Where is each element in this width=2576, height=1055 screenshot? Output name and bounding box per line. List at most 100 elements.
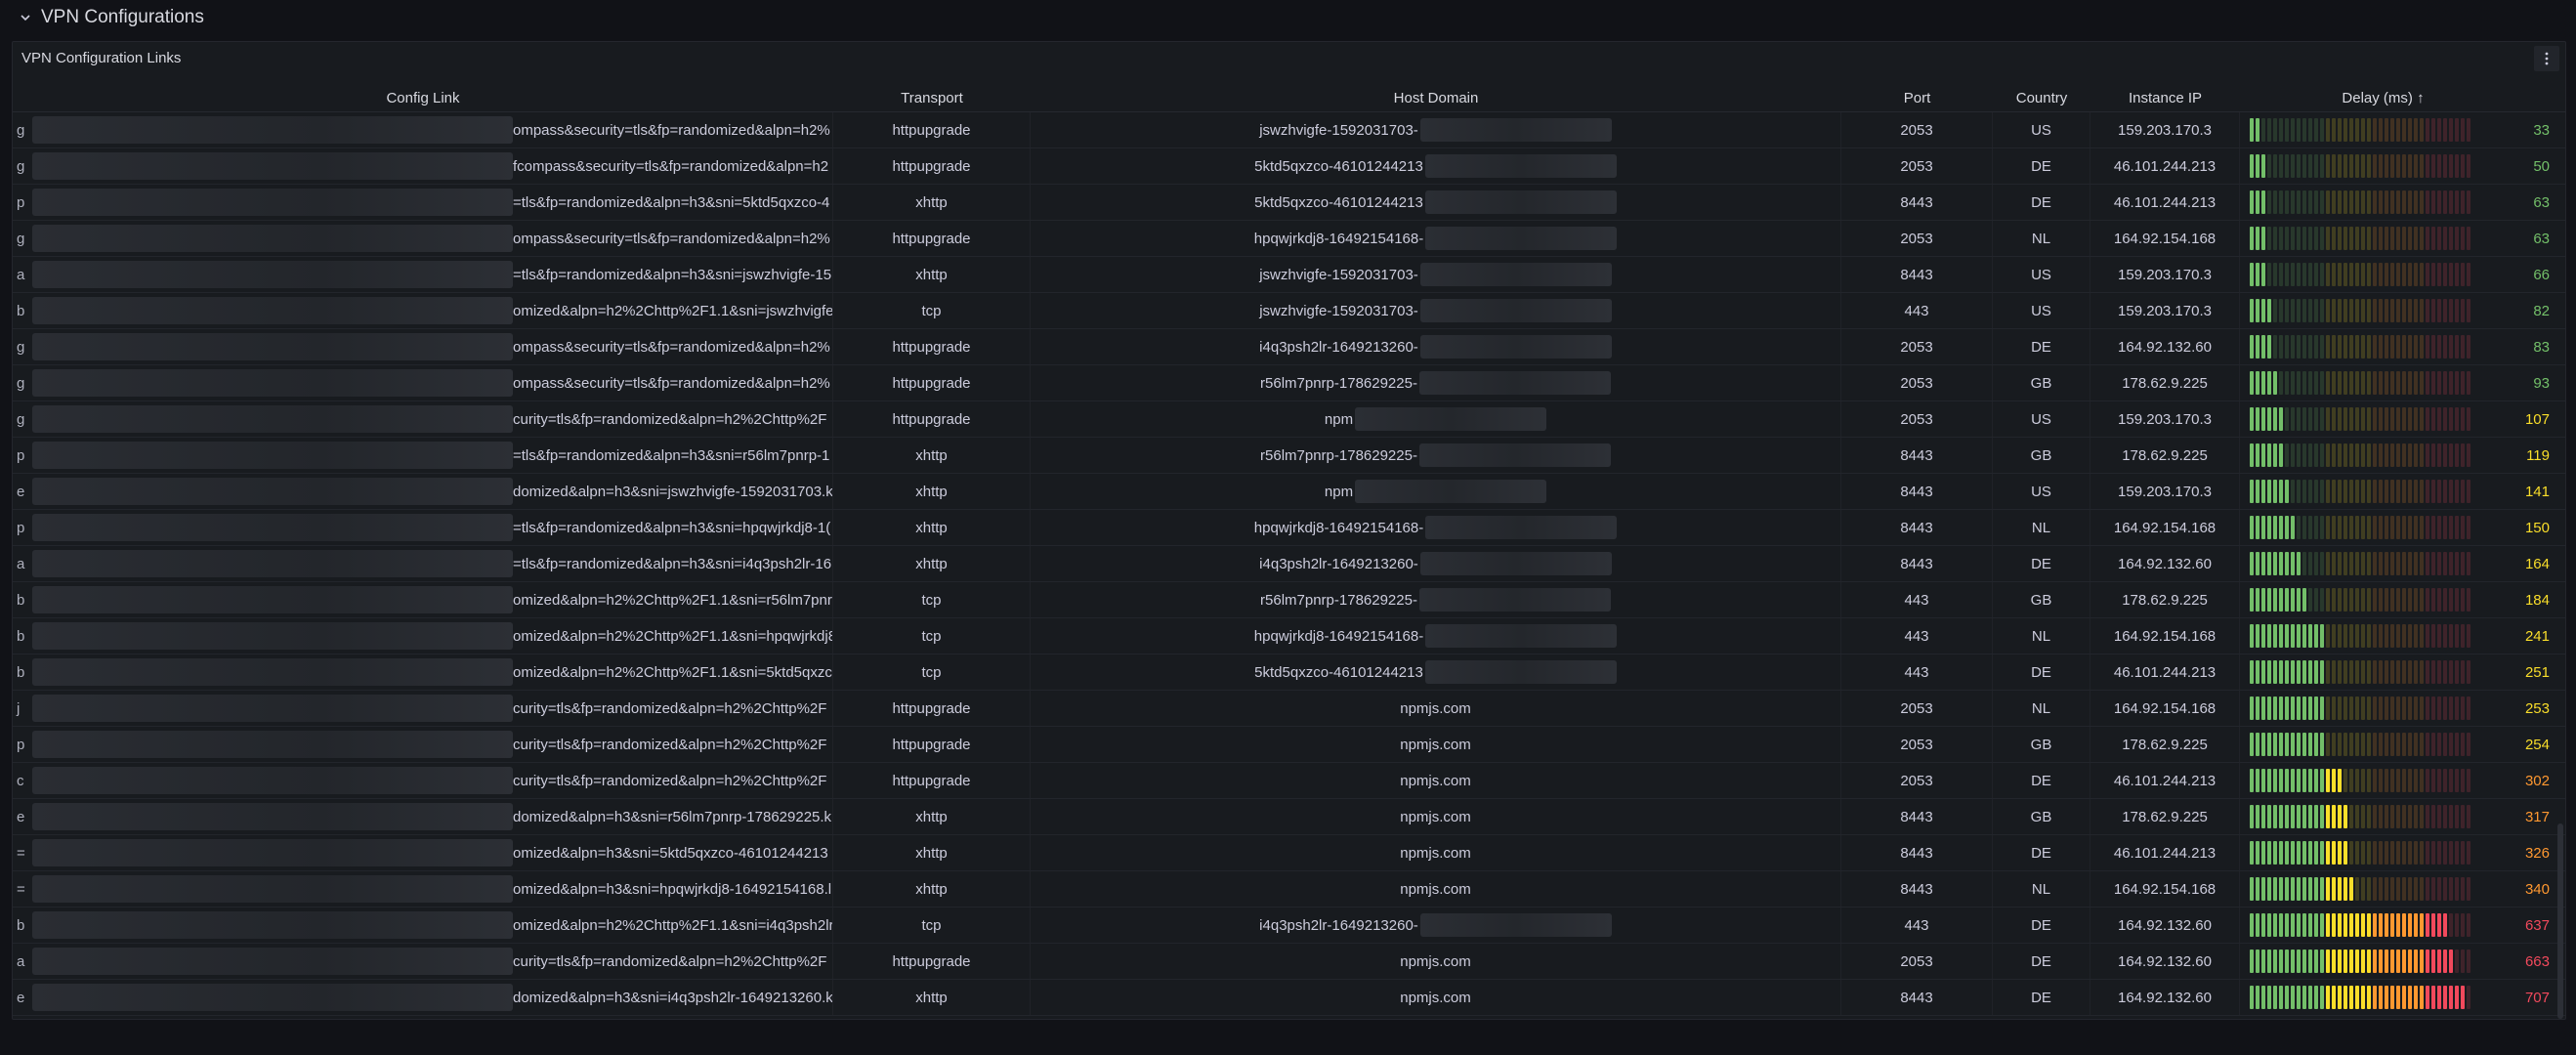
gauge-segment: [2443, 407, 2447, 431]
config-link-prefix: g: [17, 157, 25, 175]
table-row[interactable]: j curity=tls&fp=randomized&alpn=h2%2Chttp…: [13, 691, 2565, 727]
delay-value: 50: [2533, 157, 2550, 175]
config-link-cell[interactable]: a curity=tls&fp=randomized&alpn=h2%2Chttp…: [13, 944, 833, 979]
gauge-segment: [2279, 624, 2283, 648]
table-row[interactable]: b omized&alpn=h2%2Chttp%2F1.1&sni=i4q3psh…: [13, 907, 2565, 944]
table-row[interactable]: a curity=tls&fp=randomized&alpn=h2%2Chttp…: [13, 944, 2565, 980]
gauge-segment: [2461, 552, 2465, 575]
config-link-text: =tls&fp=randomized&alpn=h3&sni=jswzhvigf…: [513, 266, 832, 283]
config-link-cell[interactable]: g ompass&security=tls&fp=randomized&alpn=…: [13, 112, 833, 148]
dashboard-row-header[interactable]: VPN Configurations: [0, 0, 2576, 35]
config-link-cell[interactable]: p curity=tls&fp=randomized&alpn=h2%2Chttp…: [13, 727, 833, 762]
gauge-segment: [2449, 154, 2453, 178]
config-link-cell[interactable]: e domized&alpn=h3&sni=r56lm7pnrp-17862922…: [13, 799, 833, 834]
gauge-segment: [2367, 335, 2371, 359]
table-row[interactable]: a =tls&fp=randomized&alpn=h3&sni=i4q3psh2…: [13, 546, 2565, 582]
gauge-segment: [2338, 660, 2342, 684]
gauge-segment: [2285, 841, 2289, 865]
gauge-segment: [2414, 480, 2418, 503]
gauge-segment: [2379, 299, 2383, 322]
config-link-cell[interactable]: b omized&alpn=h2%2Chttp%2F1.1&sni=hpqwjrk…: [13, 618, 833, 654]
delay-gauge: [2250, 986, 2474, 1009]
gauge-segment: [2402, 841, 2406, 865]
config-link-cell[interactable]: j curity=tls&fp=randomized&alpn=h2%2Chttp…: [13, 691, 833, 726]
gauge-segment: [2291, 299, 2295, 322]
gauge-segment: [2314, 877, 2318, 901]
config-link-cell[interactable]: g ompass&security=tls&fp=randomized&alpn=…: [13, 365, 833, 401]
config-link-cell[interactable]: g fcompass&security=tls&fp=randomized&alp…: [13, 148, 833, 184]
gauge-segment: [2367, 950, 2371, 973]
column-header-transport[interactable]: Transport: [833, 84, 1031, 111]
table-row[interactable]: g ompass&security=tls&fp=randomized&alpn=…: [13, 221, 2565, 257]
table-row[interactable]: b omized&alpn=h2%2Chttp%2F1.1&sni=hpqwjrk…: [13, 618, 2565, 654]
config-link-cell[interactable]: p =tls&fp=randomized&alpn=h3&sni=5ktd5qxz…: [13, 185, 833, 220]
table-row[interactable]: b omized&alpn=h2%2Chttp%2F1.1&sni=r56lm7p…: [13, 582, 2565, 618]
chevron-down-icon[interactable]: [18, 10, 33, 25]
column-header-country[interactable]: Country: [1993, 84, 2090, 111]
gauge-segment: [2291, 263, 2295, 286]
transport-cell: xhttp: [833, 510, 1031, 545]
gauge-segment: [2455, 335, 2459, 359]
table-row[interactable]: p =tls&fp=randomized&alpn=h3&sni=r56lm7pn…: [13, 438, 2565, 474]
table-row[interactable]: a =tls&fp=randomized&alpn=h3&sni=jswzhvig…: [13, 257, 2565, 293]
gauge-segment: [2449, 588, 2453, 612]
gauge-segment: [2349, 480, 2353, 503]
column-header-delay[interactable]: Delay (ms) ↑: [2240, 84, 2565, 111]
config-link-cell[interactable]: b omized&alpn=h2%2Chttp%2F1.1&sni=jswzhvi…: [13, 293, 833, 328]
config-link-cell[interactable]: e domized&alpn=h3&sni=i4q3psh2lr-16492132…: [13, 980, 833, 1015]
config-link-cell[interactable]: g ompass&security=tls&fp=randomized&alpn=…: [13, 329, 833, 364]
table-row[interactable]: p =tls&fp=randomized&alpn=h3&sni=5ktd5qxz…: [13, 185, 2565, 221]
table-row[interactable]: = omized&alpn=h3&sni=hpqwjrkdj8-164921541…: [13, 871, 2565, 907]
table-row[interactable]: c curity=tls&fp=randomized&alpn=h2%2Chttp…: [13, 763, 2565, 799]
gauge-segment: [2349, 227, 2353, 250]
table-row[interactable]: e domized&alpn=h3&sni=r56lm7pnrp-17862922…: [13, 799, 2565, 835]
config-link-cell[interactable]: a =tls&fp=randomized&alpn=h3&sni=jswzhvig…: [13, 257, 833, 292]
gauge-segment: [2414, 299, 2418, 322]
column-header-instance-ip[interactable]: Instance IP: [2090, 84, 2240, 111]
gauge-segment: [2267, 805, 2271, 828]
config-link-cell[interactable]: p =tls&fp=randomized&alpn=h3&sni=hpqwjrkd…: [13, 510, 833, 545]
table-row[interactable]: g ompass&security=tls&fp=randomized&alpn=…: [13, 112, 2565, 148]
table-row[interactable]: p =tls&fp=randomized&alpn=h3&sni=hpqwjrkd…: [13, 510, 2565, 546]
config-link-cell[interactable]: e domized&alpn=h3&sni=jswzhvigfe-15920317…: [13, 474, 833, 509]
gauge-segment: [2320, 986, 2324, 1009]
config-link-cell[interactable]: p =tls&fp=randomized&alpn=h3&sni=r56lm7pn…: [13, 438, 833, 473]
config-link-cell[interactable]: b omized&alpn=h2%2Chttp%2F1.1&sni=r56lm7p…: [13, 582, 833, 617]
config-link-cell[interactable]: a =tls&fp=randomized&alpn=h3&sni=i4q3psh2…: [13, 546, 833, 581]
country-cell: US: [1993, 474, 2090, 509]
table-row[interactable]: p curity=tls&fp=randomized&alpn=h2%2Chttp…: [13, 727, 2565, 763]
table-row[interactable]: e domized&alpn=h3&sni=i4q3psh2lr-16492132…: [13, 980, 2565, 1016]
table-row[interactable]: b omized&alpn=h2%2Chttp%2F1.1&sni=5ktd5qx…: [13, 654, 2565, 691]
gauge-segment: [2285, 696, 2289, 720]
transport-cell: httpupgrade: [833, 763, 1031, 798]
config-link-cell[interactable]: g ompass&security=tls&fp=randomized&alpn=…: [13, 221, 833, 256]
table-row[interactable]: g fcompass&security=tls&fp=randomized&alp…: [13, 148, 2565, 185]
panel-menu-button[interactable]: [2534, 46, 2559, 71]
config-link-cell[interactable]: b omized&alpn=h2%2Chttp%2F1.1&sni=i4q3psh…: [13, 907, 833, 943]
table-row[interactable]: g ompass&security=tls&fp=randomized&alpn=…: [13, 329, 2565, 365]
gauge-segment: [2379, 190, 2383, 214]
gauge-segment: [2396, 118, 2400, 142]
scrollbar[interactable]: [2557, 823, 2563, 1019]
gauge-segment: [2308, 118, 2312, 142]
gauge-segment: [2285, 733, 2289, 756]
delay-gauge: [2250, 335, 2474, 359]
column-header-host-domain[interactable]: Host Domain: [1031, 84, 1841, 111]
config-link-cell[interactable]: g curity=tls&fp=randomized&alpn=h2%2Chttp…: [13, 401, 833, 437]
gauge-segment: [2250, 371, 2254, 395]
table-row[interactable]: = omized&alpn=h3&sni=5ktd5qxzco-461012442…: [13, 835, 2565, 871]
delay-cell: 63: [2240, 185, 2565, 220]
table-row[interactable]: b omized&alpn=h2%2Chttp%2F1.1&sni=jswzhvi…: [13, 293, 2565, 329]
gauge-segment: [2285, 769, 2289, 792]
column-header-config-link[interactable]: Config Link: [13, 84, 833, 111]
column-header-port[interactable]: Port: [1841, 84, 1993, 111]
config-link-cell[interactable]: = omized&alpn=h3&sni=5ktd5qxzco-461012442…: [13, 835, 833, 870]
gauge-segment: [2355, 588, 2359, 612]
gauge-segment: [2279, 733, 2283, 756]
config-link-cell[interactable]: = omized&alpn=h3&sni=hpqwjrkdj8-164921541…: [13, 871, 833, 907]
config-link-cell[interactable]: c curity=tls&fp=randomized&alpn=h2%2Chttp…: [13, 763, 833, 798]
table-row[interactable]: g ompass&security=tls&fp=randomized&alpn=…: [13, 365, 2565, 401]
config-link-cell[interactable]: b omized&alpn=h2%2Chttp%2F1.1&sni=5ktd5qx…: [13, 654, 833, 690]
table-row[interactable]: g curity=tls&fp=randomized&alpn=h2%2Chttp…: [13, 401, 2565, 438]
table-row[interactable]: e domized&alpn=h3&sni=jswzhvigfe-15920317…: [13, 474, 2565, 510]
